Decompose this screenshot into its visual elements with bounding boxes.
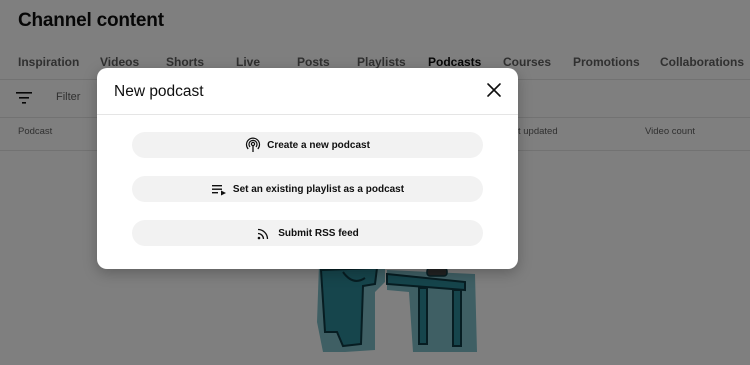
podcast-icon [246, 137, 261, 152]
set-playlist-as-podcast-label: Set an existing playlist as a podcast [232, 183, 405, 195]
create-new-podcast-button[interactable]: Create a new podcast [132, 132, 483, 158]
set-playlist-as-podcast-button[interactable]: Set an existing playlist as a podcast [132, 176, 483, 202]
playlist-icon [211, 185, 226, 196]
close-icon[interactable] [486, 82, 502, 98]
rss-icon [257, 228, 269, 240]
new-podcast-dialog: New podcast Create a new podcast Set an … [97, 68, 518, 269]
dialog-divider [97, 114, 518, 115]
submit-rss-feed-button[interactable]: Submit RSS feed [132, 220, 483, 246]
dialog-title: New podcast [114, 83, 204, 100]
submit-rss-feed-label: Submit RSS feed [278, 227, 359, 239]
create-new-podcast-label: Create a new podcast [267, 139, 370, 151]
